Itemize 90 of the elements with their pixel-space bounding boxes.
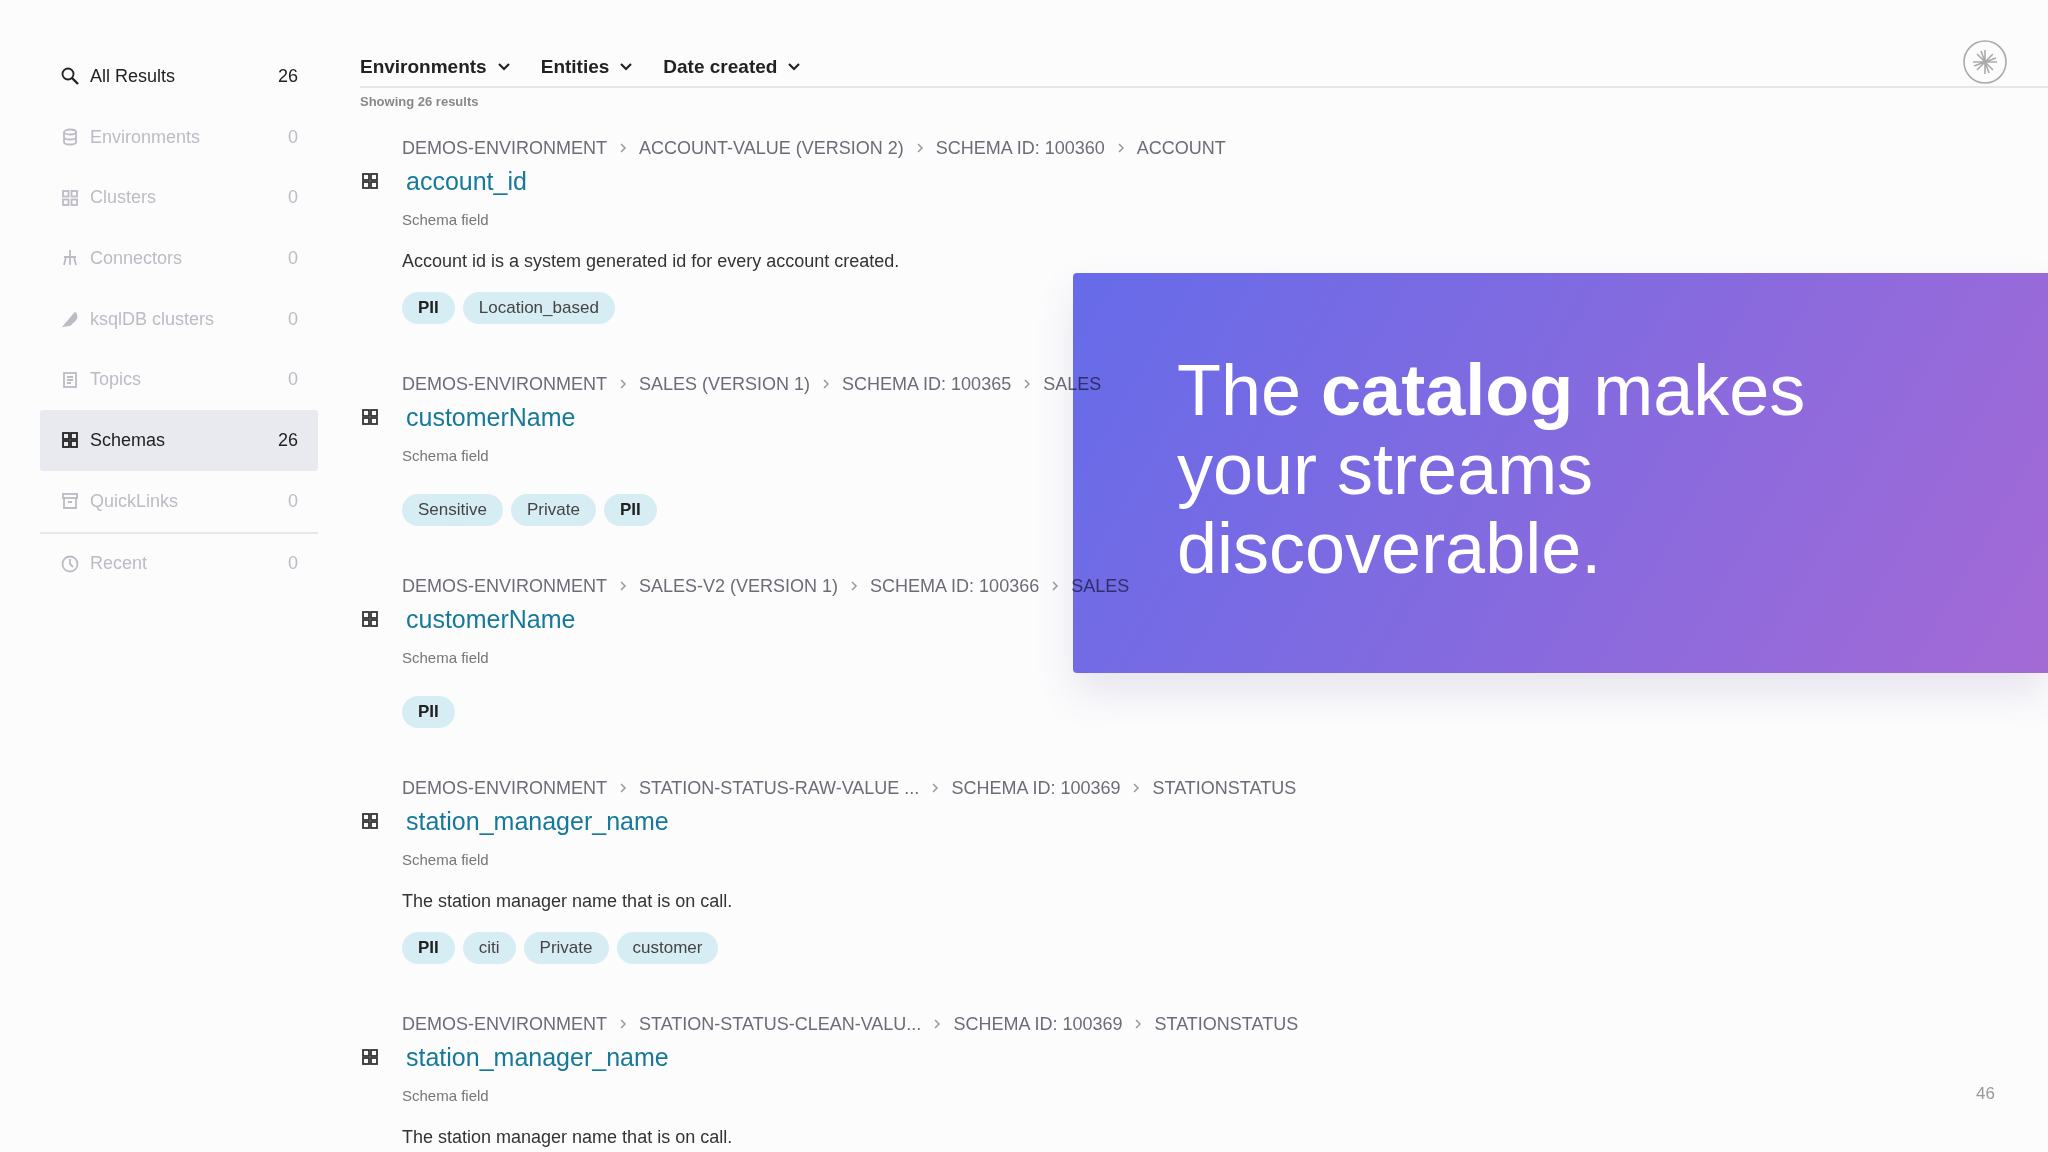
tag[interactable]: PII [402, 292, 455, 324]
tag[interactable]: Sensitive [402, 494, 503, 526]
breadcrumb-item[interactable]: STATION-STATUS-CLEAN-VALU... [639, 1013, 922, 1035]
schema-icon [360, 1047, 380, 1067]
sidebar-item[interactable]: All Results 26 [40, 46, 318, 107]
tag[interactable]: PII [402, 696, 455, 728]
chevron-icon [619, 782, 627, 794]
chevron-icon [619, 580, 627, 592]
sidebar-label: QuickLinks [90, 490, 180, 512]
chevron-icon [619, 142, 627, 154]
result-description: Account id is a system generated id for every account created. [402, 250, 900, 272]
breadcrumb-item[interactable]: SCHEMA ID: 100360 [935, 137, 1105, 159]
feather-icon [60, 309, 80, 330]
schema-icon [360, 407, 380, 427]
chevron-icon [619, 1018, 627, 1030]
breadcrumb-item[interactable]: DEMOS-ENVIRONMENT [402, 575, 607, 597]
result-type: Schema field [402, 648, 489, 668]
breadcrumb-item[interactable]: STATIONSTATUS [1152, 777, 1297, 799]
result-type: Schema field [402, 850, 489, 870]
chevron-icon [1134, 1018, 1143, 1030]
chevron-icon [619, 378, 627, 390]
caret-icon [496, 62, 511, 72]
document-icon [60, 369, 80, 390]
result-count: Showing 26 results [360, 94, 479, 111]
result-type: Schema field [402, 210, 489, 230]
tag[interactable]: citi [462, 932, 516, 964]
filter-dropdown[interactable]: Environments [360, 56, 511, 78]
result-title[interactable]: customerName [406, 604, 576, 634]
logo-icon [1962, 39, 2008, 85]
database-icon [60, 127, 80, 148]
result-title[interactable]: customerName [406, 402, 576, 432]
sidebar-label: ksqlDB clusters [90, 308, 216, 330]
breadcrumb-item[interactable]: SALES-V2 (VERSION 1) [639, 575, 839, 597]
result-type: Schema field [402, 446, 489, 466]
callout-text: The catalog makes your streams discoverable. [1177, 351, 1807, 588]
sidebar-label: Topics [90, 369, 143, 391]
result-description: The station manager name that is on call. [402, 890, 733, 912]
result-title[interactable]: station_manager_name [406, 806, 669, 836]
chevron-icon [1132, 782, 1141, 794]
tag[interactable]: Location_based [462, 292, 615, 324]
schema-icon [360, 811, 380, 831]
filter-dropdown[interactable]: Entities [540, 56, 634, 78]
caret-icon [787, 62, 802, 72]
sidebar-label: Environments [90, 126, 202, 148]
sidebar-label: All Results [90, 65, 177, 87]
caret-icon [619, 62, 634, 72]
chevron-icon [850, 580, 859, 592]
breadcrumb-item[interactable]: STATION-STATUS-RAW-VALUE ... [639, 777, 920, 799]
result-title[interactable]: account_id [406, 166, 527, 196]
result-description: The station manager name that is on call. [402, 1126, 733, 1148]
breadcrumb-item[interactable]: STATIONSTATUS [1154, 1013, 1299, 1035]
breadcrumb-item[interactable]: SCHEMA ID: 100369 [953, 1013, 1123, 1035]
breadcrumb-item[interactable]: DEMOS-ENVIRONMENT [402, 373, 607, 395]
chevron-icon [1116, 142, 1125, 154]
chevron-icon [822, 378, 831, 390]
sidebar-label: Connectors [90, 247, 184, 269]
sidebar-label: Schemas [90, 429, 167, 451]
result-title[interactable]: station_manager_name [406, 1042, 669, 1072]
tag[interactable]: customer [616, 932, 719, 964]
breadcrumb-item[interactable]: SCHEMA ID: 100369 [951, 777, 1121, 799]
tag[interactable]: Private [523, 932, 609, 964]
slide-number: 46 [1976, 1084, 1995, 1104]
breadcrumb-item[interactable]: DEMOS-ENVIRONMENT [402, 777, 607, 799]
breadcrumb-item[interactable]: ACCOUNT [1136, 137, 1226, 159]
sidebar-label: Recent [90, 553, 149, 575]
chevron-icon [915, 142, 924, 154]
breadcrumb-item[interactable]: DEMOS-ENVIRONMENT [402, 1013, 607, 1035]
sidebar-label: Clusters [90, 187, 157, 209]
chevron-icon [933, 1018, 942, 1030]
schema-icon [360, 171, 380, 191]
archive-icon [60, 491, 80, 512]
schema-icon [60, 430, 80, 451]
grid-icon [60, 187, 80, 208]
tag[interactable]: PII [603, 494, 657, 526]
chevron-icon [931, 782, 940, 794]
search-icon [60, 66, 80, 87]
sidebar-item[interactable]: Schemas 26 [40, 410, 318, 471]
result-type: Schema field [402, 1086, 489, 1106]
breadcrumb-item[interactable]: SALES (VERSION 1) [639, 373, 811, 395]
chevron-icon [1023, 378, 1032, 390]
tag[interactable]: Private [511, 494, 596, 526]
breadcrumb-item[interactable]: DEMOS-ENVIRONMENT [402, 137, 607, 159]
breadcrumb-item[interactable]: SCHEMA ID: 100365 [842, 373, 1012, 395]
clock-icon [60, 553, 80, 574]
breadcrumb-item[interactable]: ACCOUNT-VALUE (VERSION 2) [639, 137, 904, 159]
tag[interactable]: PII [402, 932, 455, 964]
breadcrumb-item[interactable]: SCHEMA ID: 100366 [870, 575, 1040, 597]
schema-icon [360, 609, 380, 629]
chevron-icon [1051, 580, 1060, 592]
filter-dropdown[interactable]: Date created [663, 56, 802, 78]
